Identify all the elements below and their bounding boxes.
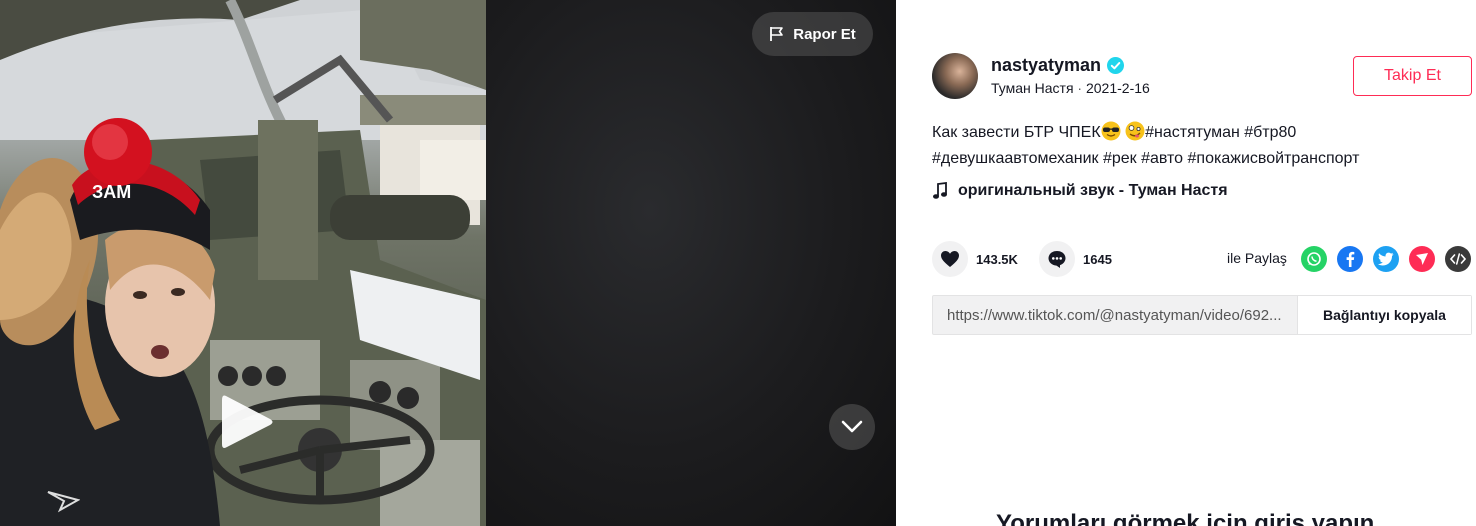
facebook-share-button[interactable] (1337, 246, 1363, 272)
author-username[interactable]: nastyatyman (991, 55, 1101, 76)
send-icon (1416, 253, 1428, 265)
twitter-share-button[interactable] (1373, 246, 1399, 272)
embed-share-button[interactable] (1445, 246, 1471, 272)
author-display-name[interactable]: Туман Настя (991, 80, 1074, 96)
caption-text: Как завести БТР ЧПЕК (932, 124, 1101, 141)
author-username-row[interactable]: nastyatyman (991, 55, 1125, 76)
zany-face-emoji-icon (1125, 121, 1145, 141)
avatar[interactable] (932, 53, 978, 99)
music-link[interactable]: оригинальный звук - Туман Настя (932, 182, 1228, 200)
share-label: ile Paylaş (1227, 250, 1287, 266)
video-info-panel: nastyatyman Туман Настя · 2021-2-16 Taki… (896, 0, 1476, 526)
music-note-icon (933, 182, 947, 199)
comment-count: 1645 (1083, 251, 1112, 267)
play-icon (222, 395, 273, 448)
video-blur-background (486, 0, 896, 526)
video-player[interactable]: ЗАМ Rapor Et (0, 0, 896, 526)
like-stat: 143.5K (932, 241, 1018, 277)
music-title[interactable]: оригинальный звук - Туман Настя (958, 182, 1228, 200)
hashtags-line-1[interactable]: #настятуман #бтр80 (1145, 124, 1296, 141)
chevron-down-icon (841, 420, 863, 433)
whatsapp-icon (1307, 252, 1321, 266)
verified-badge-icon (1107, 57, 1125, 74)
embed-icon (1450, 253, 1466, 265)
copy-link-button[interactable]: Bağlantıyı kopyala (1297, 296, 1471, 334)
share-link-url[interactable]: https://www.tiktok.com/@nastyatyman/vide… (933, 307, 1297, 324)
whatsapp-share-button[interactable] (1301, 246, 1327, 272)
video-caption: Как завести БТР ЧПЕК #настятуман #бтр80 … (932, 120, 1462, 172)
send-share-button[interactable] (1409, 246, 1435, 272)
flag-icon (770, 27, 784, 41)
like-count: 143.5K (976, 251, 1018, 267)
subline-separator: · (1077, 80, 1083, 96)
facebook-icon (1346, 251, 1355, 267)
follow-button[interactable]: Takip Et (1353, 56, 1472, 96)
svg-text:ЗАМ: ЗАМ (92, 182, 131, 202)
next-video-button[interactable] (829, 404, 875, 450)
play-button[interactable] (216, 392, 276, 452)
sunglasses-emoji-icon (1101, 121, 1121, 141)
comment-icon (1048, 251, 1066, 268)
like-button[interactable] (932, 241, 968, 277)
comments-login-prompt: Yorumları görmek için giriş yapın (996, 510, 1375, 526)
share-link-box: https://www.tiktok.com/@nastyatyman/vide… (932, 295, 1472, 335)
comment-button[interactable] (1039, 241, 1075, 277)
report-label: Rapor Et (793, 25, 856, 43)
post-date: 2021-2-16 (1085, 80, 1150, 96)
author-subline: Туман Настя · 2021-2-16 (991, 80, 1150, 96)
comment-stat: 1645 (1039, 241, 1112, 277)
twitter-icon (1378, 252, 1394, 266)
watermark-logo (47, 491, 80, 513)
heart-icon (941, 251, 959, 267)
hashtags-line-2[interactable]: #девушкаавтомеханик #рек #авто #покажисв… (932, 150, 1359, 167)
report-button[interactable]: Rapor Et (752, 12, 873, 56)
